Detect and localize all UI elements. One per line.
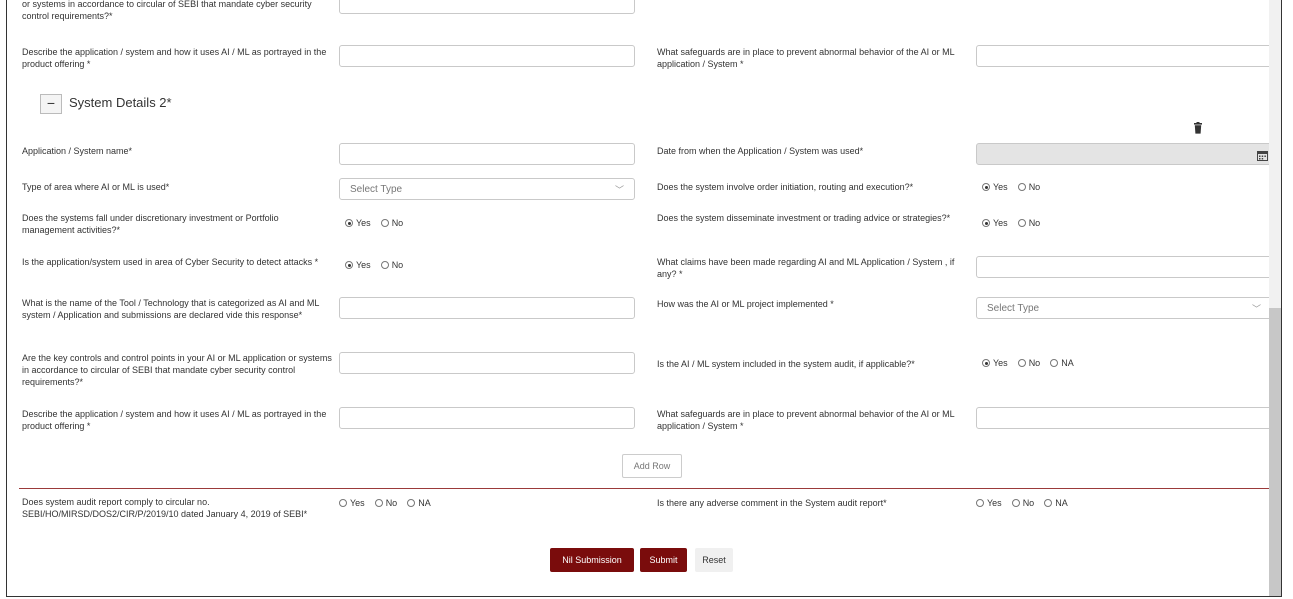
claims-label: What claims have been made regarding AI … bbox=[657, 257, 955, 279]
safeguards-input-1[interactable] bbox=[976, 45, 1272, 67]
claims-input[interactable] bbox=[976, 256, 1272, 278]
scrollbar[interactable] bbox=[1269, 0, 1281, 596]
discretionary-radio-group: Yes No bbox=[345, 218, 403, 228]
controls-label: Are the key controls and control points … bbox=[22, 353, 332, 387]
audit-included-no-radio[interactable]: No bbox=[1017, 358, 1040, 368]
adverse-na-radio[interactable]: NA bbox=[1044, 498, 1068, 508]
audit-comply-no-radio[interactable]: No bbox=[374, 498, 397, 508]
collapse-section-button[interactable]: − bbox=[40, 94, 62, 114]
tool-label: What is the name of the Tool / Technolog… bbox=[22, 298, 320, 320]
describe-input-1[interactable] bbox=[339, 45, 635, 67]
cyber-yes-radio[interactable]: Yes bbox=[345, 260, 371, 270]
controls-input[interactable] bbox=[339, 352, 635, 374]
app-name-input[interactable] bbox=[339, 143, 635, 165]
disseminate-no-radio[interactable]: No bbox=[1017, 218, 1040, 228]
divider bbox=[19, 488, 1277, 489]
tool-input[interactable] bbox=[339, 297, 635, 319]
describe-question-2: Describe the application / system and ho… bbox=[22, 409, 327, 431]
audit-included-yes-radio[interactable]: Yes bbox=[982, 358, 1008, 368]
chevron-down-icon: ﹀ bbox=[1251, 303, 1261, 314]
safeguards-input-2[interactable] bbox=[976, 407, 1272, 429]
date-input[interactable] bbox=[976, 143, 1272, 165]
chevron-down-icon: ﹀ bbox=[614, 184, 624, 195]
disseminate-yes-radio[interactable]: Yes bbox=[982, 218, 1008, 228]
safeguards-question-1: What safeguards are in place to prevent … bbox=[657, 47, 955, 69]
adverse-comment-radio-group: Yes No NA bbox=[976, 498, 1068, 508]
audit-comply-na-radio[interactable]: NA bbox=[407, 498, 431, 508]
discretionary-label: Does the systems fall under discretionar… bbox=[22, 213, 279, 235]
section-title: System Details 2* bbox=[69, 95, 172, 110]
audit-comply-label: Does system audit report comply to circu… bbox=[22, 497, 308, 519]
calendar-icon[interactable] bbox=[1257, 148, 1268, 166]
order-yes-radio[interactable]: Yes bbox=[982, 182, 1008, 192]
cyber-label: Is the application/system used in area o… bbox=[22, 257, 319, 267]
add-row-button[interactable]: Add Row bbox=[622, 454, 682, 478]
app-name-label: Application / System name* bbox=[22, 146, 133, 156]
audit-comply-yes-radio[interactable]: Yes bbox=[339, 498, 365, 508]
describe-question-1: Describe the application / system and ho… bbox=[22, 47, 327, 69]
reset-button[interactable]: Reset bbox=[695, 548, 733, 572]
controls-question-partial: or systems in accordance to circular of … bbox=[22, 0, 312, 21]
scrollbar-thumb[interactable] bbox=[1269, 308, 1281, 596]
trash-icon[interactable] bbox=[1193, 121, 1203, 139]
area-label: Type of area where AI or ML is used* bbox=[22, 182, 170, 192]
order-label: Does the system involve order initiation… bbox=[657, 182, 914, 192]
discretionary-no-radio[interactable]: No bbox=[380, 218, 403, 228]
form-frame: or systems in accordance to circular of … bbox=[6, 0, 1282, 597]
area-select[interactable]: Select Type ﹀ bbox=[339, 178, 635, 200]
audit-included-na-radio[interactable]: NA bbox=[1050, 358, 1074, 368]
implemented-label: How was the AI or ML project implemented… bbox=[657, 299, 834, 309]
implemented-select-value: Select Type bbox=[987, 302, 1040, 314]
date-label: Date from when the Application / System … bbox=[657, 146, 864, 156]
discretionary-yes-radio[interactable]: Yes bbox=[345, 218, 371, 228]
describe-input-2[interactable] bbox=[339, 407, 635, 429]
adverse-yes-radio[interactable]: Yes bbox=[976, 498, 1002, 508]
adverse-comment-label: Is there any adverse comment in the Syst… bbox=[657, 498, 887, 508]
disseminate-label: Does the system disseminate investment o… bbox=[657, 213, 951, 223]
controls-input-partial[interactable] bbox=[339, 0, 635, 14]
area-select-value: Select Type bbox=[350, 183, 403, 195]
audit-comply-radio-group: Yes No NA bbox=[339, 498, 431, 508]
adverse-no-radio[interactable]: No bbox=[1011, 498, 1034, 508]
order-radio-group: Yes No bbox=[982, 182, 1040, 192]
cyber-no-radio[interactable]: No bbox=[380, 260, 403, 270]
order-no-radio[interactable]: No bbox=[1017, 182, 1040, 192]
audit-included-radio-group: Yes No NA bbox=[982, 358, 1074, 368]
audit-included-label: Is the AI / ML system included in the sy… bbox=[657, 359, 915, 369]
nil-submission-button[interactable]: Nil Submission bbox=[550, 548, 634, 572]
cyber-radio-group: Yes No bbox=[345, 260, 403, 270]
safeguards-question-2: What safeguards are in place to prevent … bbox=[657, 409, 955, 431]
submit-button[interactable]: Submit bbox=[640, 548, 687, 572]
disseminate-radio-group: Yes No bbox=[982, 218, 1040, 228]
implemented-select[interactable]: Select Type ﹀ bbox=[976, 297, 1272, 319]
